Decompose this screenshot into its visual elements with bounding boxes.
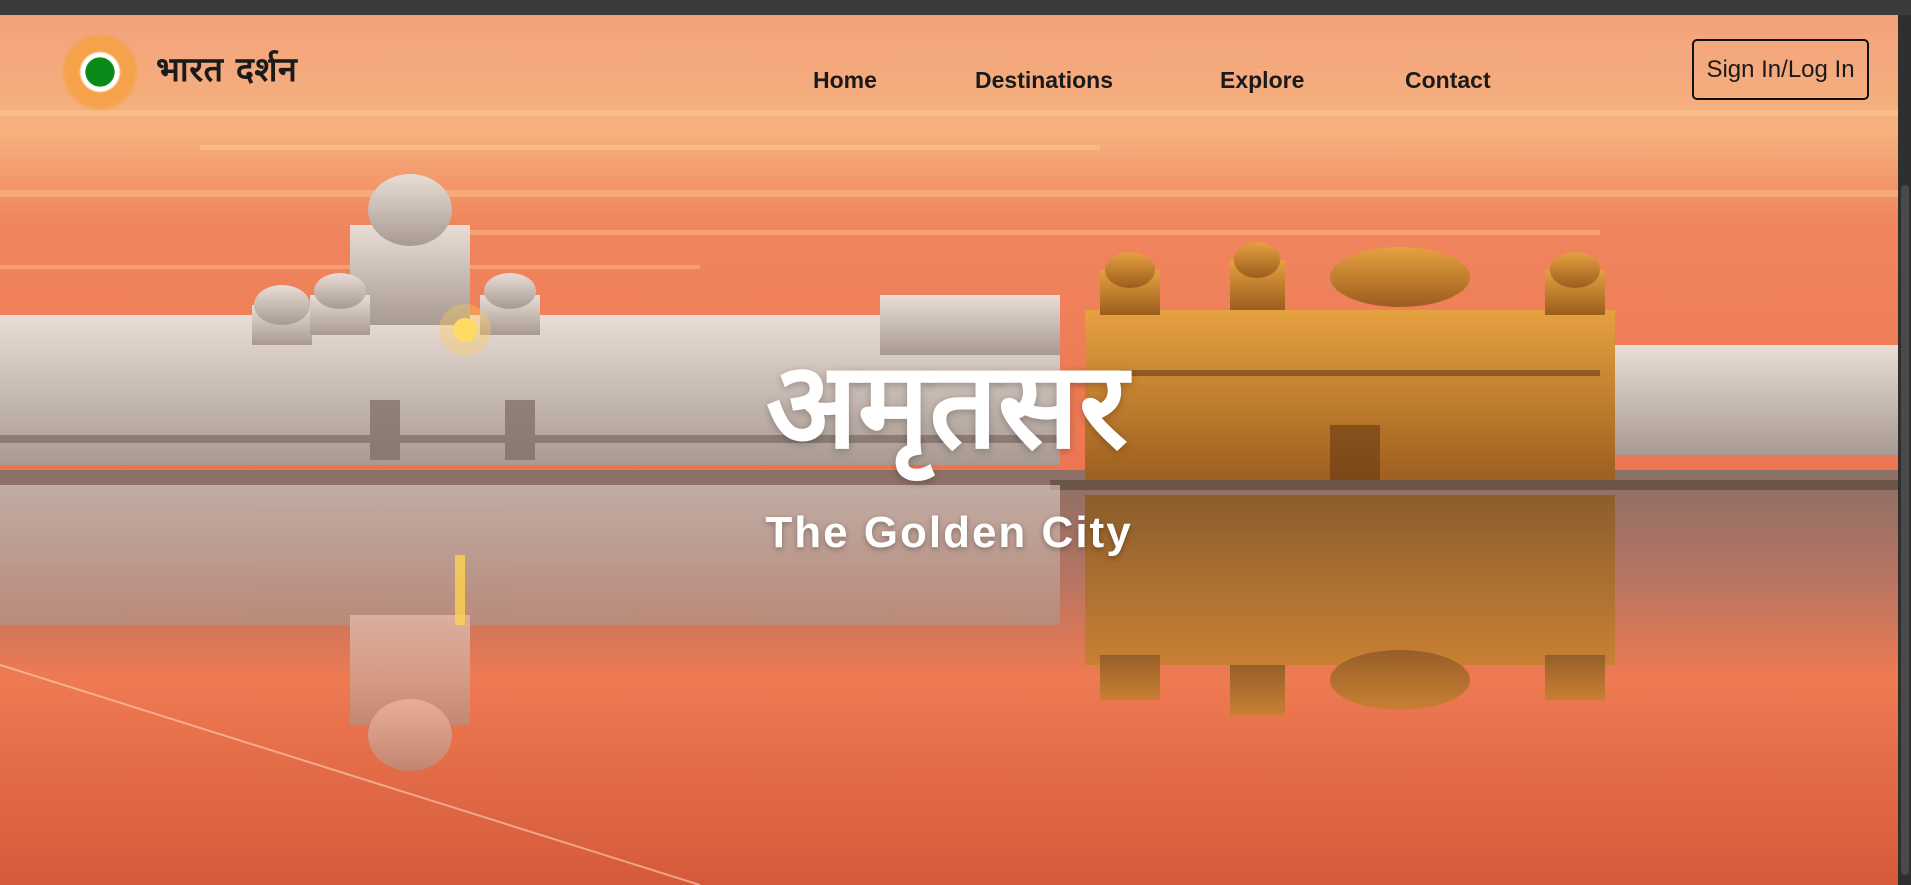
nav-link-explore[interactable]: Explore [1220,67,1304,94]
signin-login-button[interactable]: Sign In/Log In [1692,39,1869,100]
top-navigation: भारत दर्शन Home Destinations Explore Con… [0,15,1898,125]
hero-title-text: अमृतसर [765,337,1129,476]
nav-link-destinations[interactable]: Destinations [975,67,1113,94]
browser-top-strip [0,0,1911,15]
page: भारत दर्शन Home Destinations Explore Con… [0,15,1898,885]
nav-links: Home Destinations Explore Contact [0,67,1898,97]
scrollbar-thumb[interactable] [1901,185,1909,875]
nav-link-home[interactable]: Home [813,67,877,94]
hero-subtitle: The Golden City [765,508,1133,557]
page-scrollbar[interactable] [1898,15,1911,885]
nav-link-contact[interactable]: Contact [1405,67,1491,94]
hero-title: अमृतसर [0,320,1898,483]
